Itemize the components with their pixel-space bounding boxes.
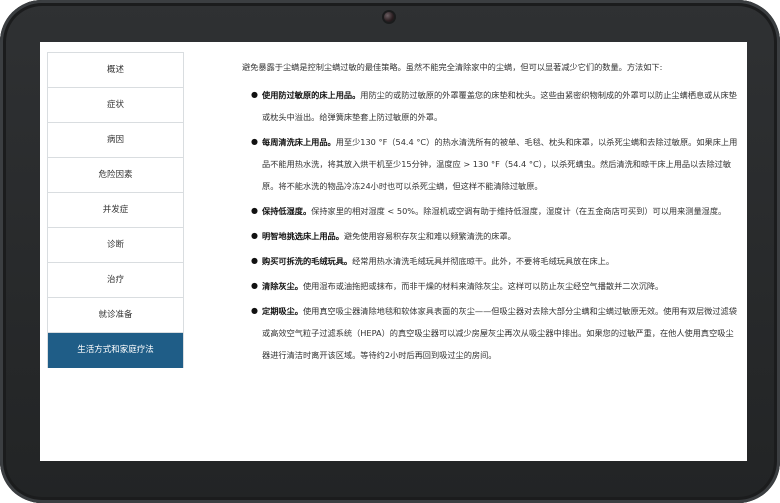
camera-icon <box>384 12 394 22</box>
bullet-icon: ● <box>251 281 258 290</box>
remedy-list: ● 使用防过敏原的床上用品。用防尘的或防过敏原的外罩覆盖您的床垫和枕头。这些由紧… <box>224 84 740 366</box>
tablet-frame: 概述 症状 病因 危险因素 并发症 诊断 治疗 就诊准备 生活方式和家庭疗法 避… <box>0 0 780 503</box>
sidebar-item-treatment[interactable]: 治疗 <box>48 263 183 298</box>
screen: 概述 症状 病因 危险因素 并发症 诊断 治疗 就诊准备 生活方式和家庭疗法 避… <box>40 42 747 461</box>
sidebar-item-lifestyle-home-remedies[interactable]: 生活方式和家庭疗法 <box>48 333 183 368</box>
bullet-icon: ● <box>251 137 258 146</box>
item-term: 每周清洗床上用品。 <box>262 137 336 147</box>
item-text: 经常用热水清洗毛绒玩具并彻底晾干。此外，不要将毛绒玩具放在床上。 <box>352 256 615 266</box>
bullet-icon: ● <box>251 306 258 315</box>
list-item: ● 使用防过敏原的床上用品。用防尘的或防过敏原的外罩覆盖您的床垫和枕头。这些由紧… <box>251 84 740 128</box>
item-text: 使用湿布或油拖把或抹布，而非干燥的材料来清除灰尘。这样可以防止灰尘经空气播散并二… <box>302 281 664 291</box>
sidebar-nav: 概述 症状 病因 危险因素 并发症 诊断 治疗 就诊准备 生活方式和家庭疗法 <box>47 52 184 368</box>
sidebar-item-overview[interactable]: 概述 <box>48 53 183 88</box>
list-item: ● 每周清洗床上用品。用至少130 °F（54.4 °C）的热水清洗所有的被单、… <box>251 131 740 197</box>
bullet-icon: ● <box>251 206 258 215</box>
bullet-icon: ● <box>251 256 258 265</box>
item-term: 明智地挑选床上用品。 <box>262 231 344 241</box>
item-text: 避免使用容易积存灰尘和难以频繁清洗的床罩。 <box>343 231 516 241</box>
item-term: 保持低湿度。 <box>262 206 312 216</box>
list-item: ● 清除灰尘。使用湿布或油拖把或抹布，而非干燥的材料来清除灰尘。这样可以防止灰尘… <box>251 275 740 297</box>
sidebar-item-diagnosis[interactable]: 诊断 <box>48 228 183 263</box>
sidebar-item-risk-factors[interactable]: 危险因素 <box>48 158 183 193</box>
intro-paragraph: 避免暴露于尘螨是控制尘螨过敏的最佳策略。虽然不能完全清除家中的尘螨，但可以显著减… <box>242 62 663 72</box>
sidebar-item-symptoms[interactable]: 症状 <box>48 88 183 123</box>
item-term: 购买可拆洗的毛绒玩具。 <box>262 256 353 266</box>
item-term: 使用防过敏原的床上用品。 <box>262 90 361 100</box>
bullet-icon: ● <box>251 231 258 240</box>
list-item: ● 定期吸尘。使用真空吸尘器清除地毯和软体家具表面的灰尘——但吸尘器对去除大部分… <box>251 300 740 366</box>
article-content: 避免暴露于尘螨是控制尘螨过敏的最佳策略。虽然不能完全清除家中的尘螨，但可以显著减… <box>224 56 740 369</box>
sidebar-item-causes[interactable]: 病因 <box>48 123 183 158</box>
bullet-icon: ● <box>251 90 258 99</box>
sidebar-item-complications[interactable]: 并发症 <box>48 193 183 228</box>
item-term: 定期吸尘。 <box>262 306 303 316</box>
item-term: 清除灰尘。 <box>262 281 303 291</box>
item-text: 保持家里的相对湿度 < 50%。除湿机或空调有助于维持低湿度，湿度计（在五金商店… <box>311 206 727 216</box>
list-item: ● 保持低湿度。保持家里的相对湿度 < 50%。除湿机或空调有助于维持低湿度，湿… <box>251 200 740 222</box>
list-item: ● 购买可拆洗的毛绒玩具。经常用热水清洗毛绒玩具并彻底晾干。此外，不要将毛绒玩具… <box>251 250 740 272</box>
item-text: 使用真空吸尘器清除地毯和软体家具表面的灰尘——但吸尘器对去除大部分尘螨和尘螨过敏… <box>262 306 737 360</box>
list-item: ● 明智地挑选床上用品。避免使用容易积存灰尘和难以频繁清洗的床罩。 <box>251 225 740 247</box>
sidebar-item-appointment-prep[interactable]: 就诊准备 <box>48 298 183 333</box>
